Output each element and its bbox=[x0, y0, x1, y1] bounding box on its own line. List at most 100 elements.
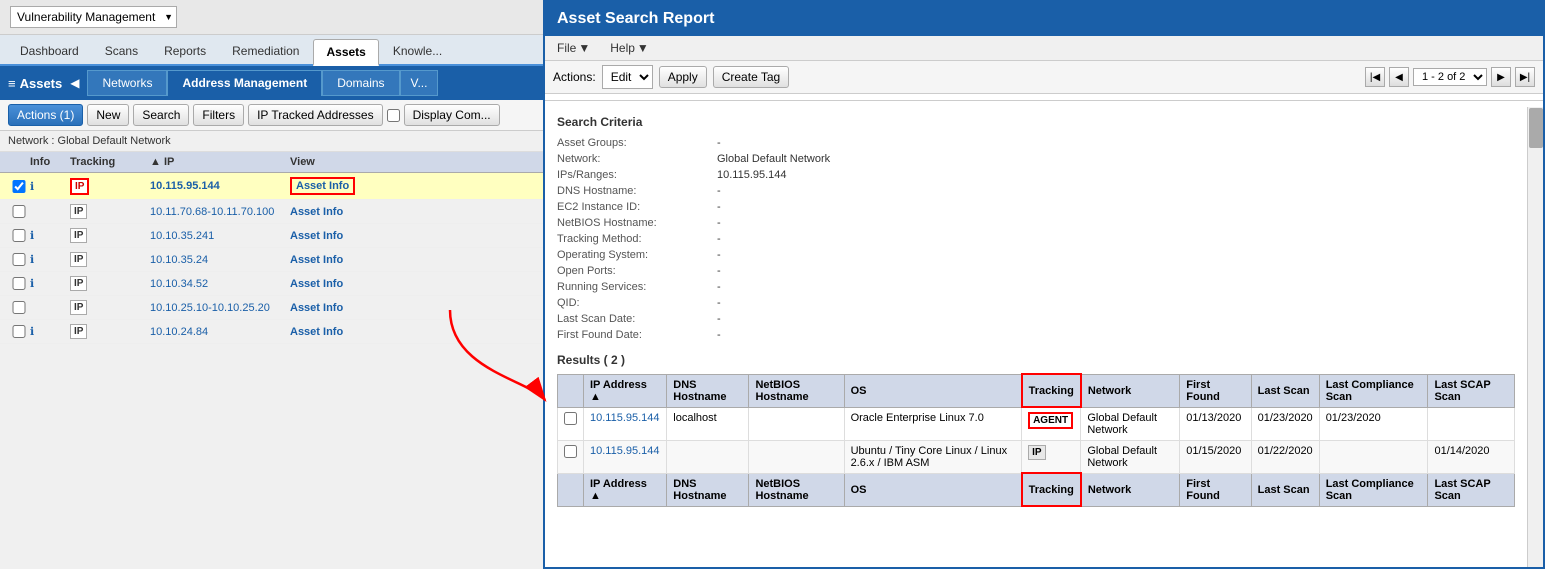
assets-chevron-icon[interactable]: ◀ bbox=[66, 74, 83, 92]
row-checkbox-1[interactable] bbox=[8, 180, 30, 193]
search-criteria-title: Search Criteria bbox=[557, 115, 1515, 129]
asset-info-link-4[interactable]: Asset Info bbox=[290, 254, 343, 266]
filters-button[interactable]: Filters bbox=[193, 104, 244, 126]
ip-value-4[interactable]: 10.10.35.24 bbox=[150, 254, 290, 266]
module-select-wrapper[interactable]: Vulnerability Management bbox=[10, 6, 177, 28]
ip-value-1[interactable]: 10.115.95.144 bbox=[150, 180, 290, 192]
asset-info-link-3[interactable]: Asset Info bbox=[290, 230, 343, 242]
criteria-value-10: - bbox=[717, 297, 721, 309]
display-comp-checkbox[interactable] bbox=[387, 109, 400, 122]
row-checkbox-5[interactable] bbox=[8, 277, 30, 290]
new-button[interactable]: New bbox=[87, 104, 129, 126]
info-icon-1[interactable]: ℹ bbox=[30, 180, 70, 193]
footer-col-netbios: NetBIOS Hostname bbox=[749, 473, 844, 506]
nav-tabs: Dashboard Scans Reports Remediation Asse… bbox=[0, 35, 544, 66]
page-first-button[interactable]: |◀ bbox=[1365, 67, 1385, 87]
search-button[interactable]: Search bbox=[133, 104, 189, 126]
page-select[interactable]: 1 - 2 of 2 bbox=[1413, 68, 1487, 86]
menu-file-label: File bbox=[557, 41, 576, 55]
tab-dashboard[interactable]: Dashboard bbox=[8, 39, 91, 64]
asset-info-link-6[interactable]: Asset Info bbox=[290, 302, 343, 314]
actions-dropdown[interactable]: Edit bbox=[602, 65, 653, 89]
actions-button[interactable]: Actions (1) bbox=[8, 104, 83, 126]
subtab-networks[interactable]: Networks bbox=[87, 70, 167, 96]
subtab-more[interactable]: V... bbox=[400, 70, 439, 96]
results-col-last-scap: Last SCAP Scan bbox=[1428, 374, 1515, 407]
ip-value-2[interactable]: 10.11.70.68-10.11.70.100 bbox=[150, 206, 290, 218]
info-icon-5[interactable]: ℹ bbox=[30, 277, 70, 290]
footer-col-last-scap: Last SCAP Scan bbox=[1428, 473, 1515, 506]
results-title: Results ( 2 ) bbox=[557, 353, 1515, 367]
tab-scans[interactable]: Scans bbox=[93, 39, 150, 64]
footer-col-first-found: First Found bbox=[1180, 473, 1251, 506]
asset-info-link-7[interactable]: Asset Info bbox=[290, 326, 343, 338]
row-checkbox-7[interactable] bbox=[8, 325, 30, 338]
scrollbar-track[interactable] bbox=[1527, 107, 1543, 567]
apply-button[interactable]: Apply bbox=[659, 66, 707, 88]
asset-info-link-2[interactable]: Asset Info bbox=[290, 206, 343, 218]
create-tag-button[interactable]: Create Tag bbox=[713, 66, 789, 88]
results-network-1: Global Default Network bbox=[1081, 407, 1180, 440]
tracking-badge-1: IP bbox=[70, 178, 89, 195]
results-last-scan-1: 01/23/2020 bbox=[1251, 407, 1319, 440]
subtab-address-management[interactable]: Address Management bbox=[167, 70, 322, 96]
criteria-value-9: - bbox=[717, 281, 721, 293]
ip-tracked-button[interactable]: IP Tracked Addresses bbox=[248, 104, 383, 126]
criteria-value-0: - bbox=[717, 137, 721, 149]
results-last-scap-1 bbox=[1428, 407, 1515, 440]
results-col-ip[interactable]: IP Address ▲ bbox=[584, 374, 667, 407]
network-bar: Network : Global Default Network bbox=[0, 131, 544, 152]
results-row-1-check[interactable] bbox=[564, 412, 577, 425]
scrollbar-thumb[interactable] bbox=[1529, 108, 1543, 148]
ip-value-3[interactable]: 10.10.35.241 bbox=[150, 230, 290, 242]
asset-info-link-1[interactable]: Asset Info bbox=[290, 177, 355, 195]
tab-remediation[interactable]: Remediation bbox=[220, 39, 311, 64]
results-dns-2 bbox=[667, 440, 749, 473]
page-prev-button[interactable]: ◀ bbox=[1389, 67, 1409, 87]
results-row-2-check[interactable] bbox=[564, 445, 577, 458]
report-toolbar: Actions: Edit Apply Create Tag |◀ ◀ 1 - … bbox=[545, 61, 1543, 94]
row-checkbox-3[interactable] bbox=[8, 229, 30, 242]
tab-assets[interactable]: Assets bbox=[313, 39, 378, 66]
ip-value-5[interactable]: 10.10.34.52 bbox=[150, 278, 290, 290]
module-select[interactable]: Vulnerability Management bbox=[10, 6, 177, 28]
row-checkbox-4[interactable] bbox=[8, 253, 30, 266]
tab-knowledge[interactable]: Knowle... bbox=[381, 39, 454, 64]
sub-tabs: Networks Address Management Domains V... bbox=[87, 70, 438, 96]
tab-reports[interactable]: Reports bbox=[152, 39, 218, 64]
criteria-value-7: - bbox=[717, 249, 721, 261]
info-icon-7[interactable]: ℹ bbox=[30, 325, 70, 338]
criteria-label-10: QID: bbox=[557, 297, 717, 309]
right-panel: Asset Search Report File ▼ Help ▼ Action… bbox=[543, 0, 1545, 569]
tracking-badge-ip: IP bbox=[1028, 445, 1045, 460]
menu-help[interactable]: Help ▼ bbox=[606, 39, 653, 57]
menu-file[interactable]: File ▼ bbox=[553, 39, 594, 57]
page-last-button[interactable]: ▶| bbox=[1515, 67, 1535, 87]
results-col-last-scan: Last Scan bbox=[1251, 374, 1319, 407]
results-ip-2[interactable]: 10.115.95.144 bbox=[584, 440, 667, 473]
results-os-1: Oracle Enterprise Linux 7.0 bbox=[844, 407, 1022, 440]
ip-value-6[interactable]: 10.10.25.10-10.10.25.20 bbox=[150, 302, 290, 314]
pagination: |◀ ◀ 1 - 2 of 2 ▶ ▶| bbox=[1365, 67, 1535, 87]
subtab-domains[interactable]: Domains bbox=[322, 70, 399, 96]
results-table-header: IP Address ▲ DNS Hostname NetBIOS Hostna… bbox=[558, 374, 1515, 407]
ip-value-7[interactable]: 10.10.24.84 bbox=[150, 326, 290, 338]
info-icon-4[interactable]: ℹ bbox=[30, 253, 70, 266]
asset-info-link-5[interactable]: Asset Info bbox=[290, 278, 343, 290]
criteria-label-7: Operating System: bbox=[557, 249, 717, 261]
results-ip-1[interactable]: 10.115.95.144 bbox=[584, 407, 667, 440]
sort-asc-icon: ▲ bbox=[590, 391, 601, 403]
criteria-label-12: First Found Date: bbox=[557, 329, 717, 341]
row-checkbox-2[interactable] bbox=[8, 205, 30, 218]
row-checkbox-6[interactable] bbox=[8, 301, 30, 314]
info-icon-3[interactable]: ℹ bbox=[30, 229, 70, 242]
page-next-button[interactable]: ▶ bbox=[1491, 67, 1511, 87]
footer-col-ip[interactable]: IP Address ▲ bbox=[584, 473, 667, 506]
display-comp-button[interactable]: Display Com... bbox=[404, 104, 500, 126]
footer-col-dns: DNS Hostname bbox=[667, 473, 749, 506]
results-table-footer: IP Address ▲ DNS Hostname NetBIOS Hostna… bbox=[558, 473, 1515, 506]
criteria-row: QID: - bbox=[557, 295, 1515, 311]
criteria-value-3: - bbox=[717, 185, 721, 197]
col-ip: ▲ IP bbox=[150, 156, 290, 168]
assets-header: ≡ Assets ◀ Networks Address Management D… bbox=[0, 66, 544, 100]
